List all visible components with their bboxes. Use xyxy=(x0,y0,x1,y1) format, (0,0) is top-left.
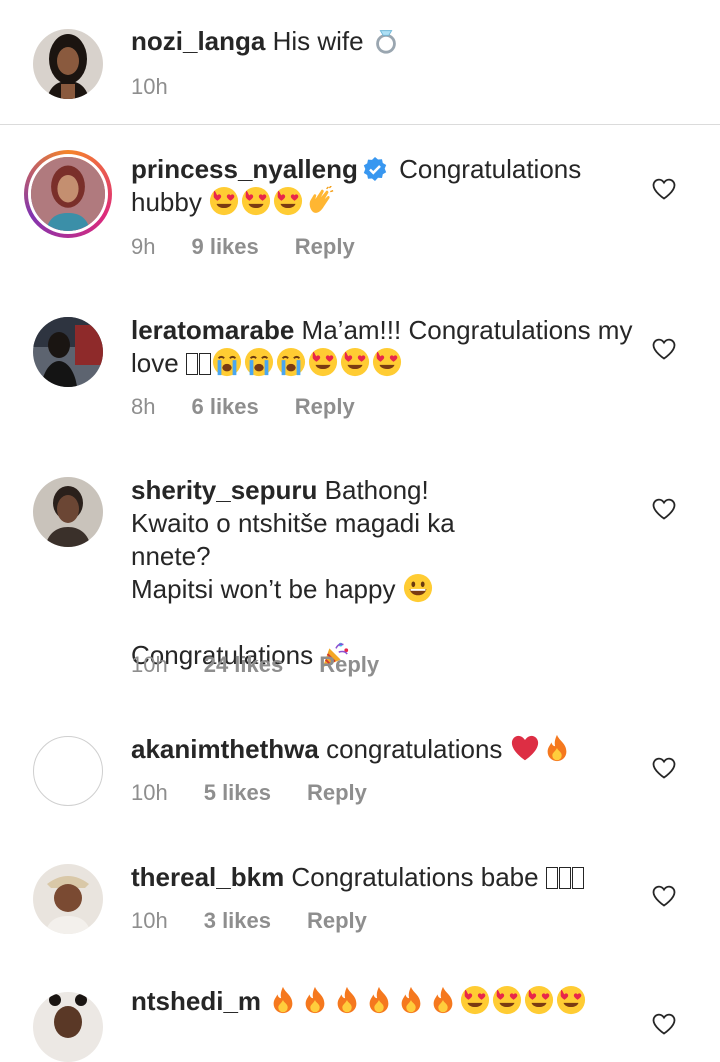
heart-eyes-emoji-icon xyxy=(524,985,554,1015)
heart-outline-icon[interactable] xyxy=(652,1013,676,1035)
heart-outline-icon[interactable] xyxy=(652,885,676,907)
heart-eyes-emoji-icon xyxy=(372,347,402,377)
caption-avatar[interactable] xyxy=(33,29,103,99)
fire-emoji-icon xyxy=(300,985,330,1015)
comment-body-line-2: Mapitsi won’t be happy xyxy=(131,574,396,604)
comment-text: leratomarabe Ma’am!!! Congratulations my… xyxy=(131,314,641,380)
comment-time: 10h xyxy=(131,780,168,805)
comment-username[interactable]: leratomarabe xyxy=(131,315,294,345)
reply-button[interactable]: Reply xyxy=(295,394,355,419)
comment-username[interactable]: akanimthethwa xyxy=(131,734,319,764)
comment-text: thereal_bkm Congratulations babe xyxy=(131,861,641,894)
caption-time: 10h xyxy=(131,74,168,99)
unsupported-glyph xyxy=(571,867,584,889)
heart-eyes-emoji-icon xyxy=(273,186,303,216)
comment-text: ntshedi_m xyxy=(131,985,641,1018)
heart-outline-icon[interactable] xyxy=(652,498,676,520)
fire-emoji-icon xyxy=(542,733,572,763)
unsupported-glyph xyxy=(198,353,211,375)
comment-time: 8h xyxy=(131,394,156,419)
heart-eyes-emoji-icon xyxy=(209,186,239,216)
reply-button[interactable]: Reply xyxy=(307,908,367,933)
heart-eyes-emoji-icon xyxy=(492,985,522,1015)
commenter-avatar[interactable] xyxy=(33,477,103,547)
fire-emoji-icon xyxy=(396,985,426,1015)
comment-username[interactable]: ntshedi_m xyxy=(131,986,261,1016)
reply-button[interactable]: Reply xyxy=(307,780,367,805)
reply-button[interactable]: Reply xyxy=(319,652,379,677)
fire-emoji-icon xyxy=(428,985,458,1015)
comment-body: congratulations xyxy=(326,734,503,764)
grinning-face-emoji-icon xyxy=(403,573,433,603)
comment-meta: 10h 3 likes Reply xyxy=(131,908,403,934)
fire-emoji-icon xyxy=(268,985,298,1015)
verified-badge-icon xyxy=(363,157,387,181)
crying-face-emoji-icon xyxy=(212,347,242,377)
fire-emoji-icon xyxy=(332,985,362,1015)
post-caption: nozi_langa His wife 10h xyxy=(0,0,720,125)
unsupported-glyph xyxy=(545,867,558,889)
fire-emoji-icon xyxy=(364,985,394,1015)
comment-username[interactable]: thereal_bkm xyxy=(131,862,284,892)
comment-meta: 10h 5 likes Reply xyxy=(131,780,403,806)
comment-text: princess_nyalleng Congratulations hubby xyxy=(131,153,641,219)
comment-meta: 8h 6 likes Reply xyxy=(131,394,391,420)
commenter-avatar[interactable] xyxy=(24,150,112,238)
caption-body: His wife xyxy=(272,26,364,56)
unsupported-glyph xyxy=(185,353,198,375)
comment-likes[interactable]: 3 likes xyxy=(204,908,271,933)
commenter-avatar[interactable] xyxy=(33,736,103,806)
comment-time: 10h xyxy=(131,908,168,933)
heart-eyes-emoji-icon xyxy=(340,347,370,377)
caption-text: nozi_langa His wife xyxy=(131,25,641,58)
crying-face-emoji-icon xyxy=(276,347,306,377)
comment-time: 10h xyxy=(131,652,168,677)
heart-outline-icon[interactable] xyxy=(652,757,676,779)
commenter-avatar[interactable] xyxy=(33,864,103,934)
heart-eyes-emoji-icon xyxy=(241,186,271,216)
comment-meta: 10h 24 likes Reply xyxy=(131,652,415,678)
heart-eyes-emoji-icon xyxy=(308,347,338,377)
comment-meta: 9h 9 likes Reply xyxy=(131,234,391,260)
crying-face-emoji-icon xyxy=(244,347,274,377)
comment-likes[interactable]: 5 likes xyxy=(204,780,271,805)
comment-time: 9h xyxy=(131,234,156,259)
comment-likes[interactable]: 9 likes xyxy=(191,234,258,259)
commenter-avatar[interactable] xyxy=(33,317,103,387)
clapping-hands-emoji-icon xyxy=(305,186,335,216)
comment-username[interactable]: sherity_sepuru xyxy=(131,475,317,505)
comment-username[interactable]: princess_nyalleng xyxy=(131,154,358,184)
commenter-avatar[interactable] xyxy=(33,992,103,1062)
ring-emoji-icon xyxy=(371,25,401,55)
comment-likes[interactable]: 24 likes xyxy=(204,652,284,677)
heart-outline-icon[interactable] xyxy=(652,338,676,360)
comment-likes[interactable]: 6 likes xyxy=(191,394,258,419)
comment-text: akanimthethwa congratulations xyxy=(131,733,641,766)
heart-eyes-emoji-icon xyxy=(460,985,490,1015)
unsupported-glyph xyxy=(558,867,571,889)
caption-meta: 10h xyxy=(131,74,204,100)
comment-body: Congratulations babe xyxy=(291,862,539,892)
caption-username[interactable]: nozi_langa xyxy=(131,26,265,56)
comment-text: sherity_sepuru Bathong! Kwaito o ntshitš… xyxy=(131,474,491,672)
reply-button[interactable]: Reply xyxy=(295,234,355,259)
heart-eyes-emoji-icon xyxy=(556,985,586,1015)
heart-outline-icon[interactable] xyxy=(652,178,676,200)
red-heart-emoji-icon xyxy=(510,733,540,763)
